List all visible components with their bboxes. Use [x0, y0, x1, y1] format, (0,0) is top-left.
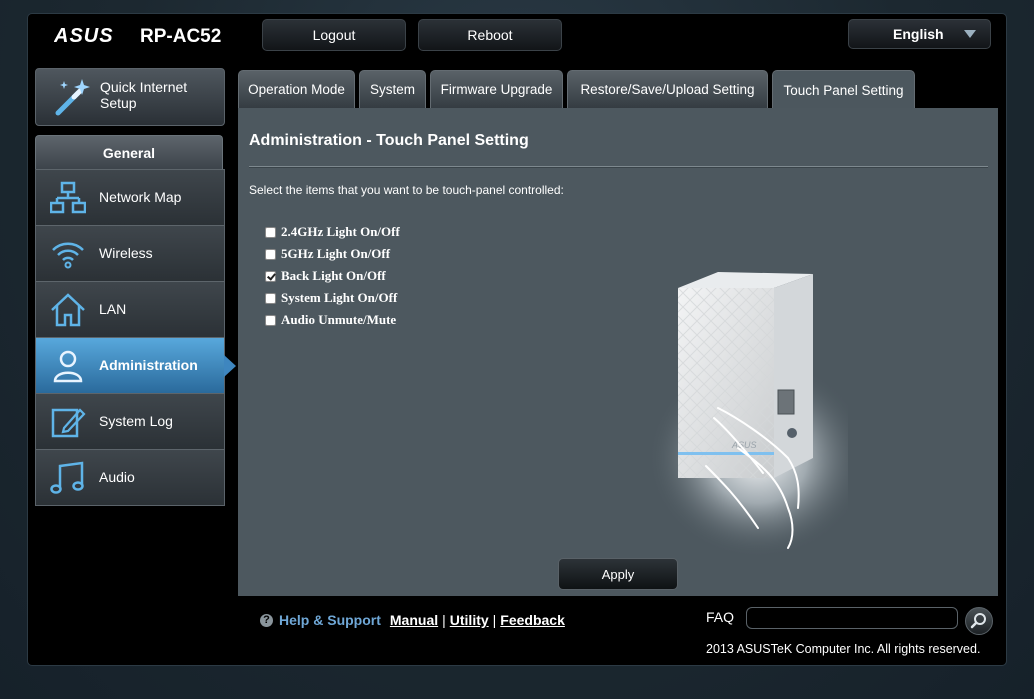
apply-button[interactable]: Apply: [558, 558, 678, 590]
checkbox-system-light[interactable]: [265, 292, 276, 304]
general-section-title: General: [35, 135, 223, 169]
repeater-touch-illustration: ASUS: [648, 272, 848, 558]
logout-button[interactable]: Logout: [262, 19, 406, 51]
asus-logo: ASUS: [54, 25, 114, 46]
music-note-icon: [50, 461, 84, 494]
option-back-light: Back Light On/Off: [265, 265, 400, 287]
tab-touch-panel-setting[interactable]: Touch Panel Setting: [772, 70, 915, 110]
checkbox-back-light[interactable]: [265, 270, 276, 282]
log-edit-icon: [51, 408, 86, 438]
wifi-icon: [52, 242, 84, 269]
sidebar-item-label: Wireless: [99, 245, 153, 261]
sidebar-item-label: System Log: [99, 413, 173, 429]
option-label: 2.4GHz Light On/Off: [281, 224, 400, 239]
option-label: Back Light On/Off: [281, 268, 386, 283]
separator: |: [492, 612, 497, 628]
title-divider: [249, 166, 988, 167]
faq-label: FAQ: [706, 609, 735, 625]
magic-wand-icon: [55, 79, 90, 116]
sidebar-item-label: Administration: [99, 357, 198, 373]
touch-panel-options: 2.4GHz Light On/Off 5GHz Light On/Off Ba…: [265, 221, 400, 331]
option-system-light: System Light On/Off: [265, 287, 400, 309]
quick-internet-setup-button[interactable]: Quick Internet Setup: [35, 68, 225, 126]
reboot-button[interactable]: Reboot: [418, 19, 562, 51]
sidebar-item-label: Audio: [99, 469, 135, 485]
chevron-down-icon: [964, 30, 976, 38]
sidebar-item-wireless[interactable]: Wireless: [36, 225, 224, 281]
help-support-label: Help & Support: [279, 612, 381, 628]
manual-link[interactable]: Manual: [390, 612, 438, 628]
sidebar-item-network-map[interactable]: Network Map: [36, 169, 224, 225]
router-admin-window: ASUS RP-AC52 Logout Reboot English Quick…: [28, 14, 1006, 665]
utility-link[interactable]: Utility: [450, 612, 489, 628]
option-5ghz-light: 5GHz Light On/Off: [265, 243, 400, 265]
separator: |: [442, 612, 446, 628]
sidebar-menu: Network Map Wireless LAN Administration …: [35, 169, 236, 506]
logo-text: ASUS: [54, 25, 114, 46]
home-icon: [51, 293, 85, 327]
sidebar-item-label: Network Map: [99, 189, 182, 205]
search-icon: [970, 613, 986, 629]
tab-firmware-upgrade[interactable]: Firmware Upgrade: [430, 70, 563, 108]
language-value: English: [893, 26, 944, 42]
sidebar-item-audio[interactable]: Audio: [36, 449, 224, 505]
sidebar-item-label: LAN: [99, 301, 127, 317]
sidebar-item-lan[interactable]: LAN: [36, 281, 224, 337]
page-description: Select the items that you want to be tou…: [249, 183, 564, 197]
option-label: System Light On/Off: [281, 290, 398, 305]
checkbox-5ghz-light[interactable]: [265, 248, 276, 260]
faq-search-input[interactable]: [746, 607, 958, 629]
sidebar-item-administration[interactable]: Administration: [36, 337, 236, 393]
copyright-text: 2013 ASUSTeK Computer Inc. All rights re…: [706, 642, 981, 656]
content-panel: Administration - Touch Panel Setting Sel…: [238, 108, 998, 596]
tab-operation-mode[interactable]: Operation Mode: [238, 70, 355, 108]
checkbox-audio-unmute[interactable]: [265, 314, 276, 326]
option-label: 5GHz Light On/Off: [281, 246, 391, 261]
network-map-icon: [50, 181, 86, 214]
checkbox-24ghz-light[interactable]: [265, 226, 276, 238]
tab-restore-save-upload[interactable]: Restore/Save/Upload Setting: [567, 70, 768, 108]
option-label: Audio Unmute/Mute: [281, 312, 397, 327]
help-icon: ?: [260, 613, 273, 627]
option-audio-unmute: Audio Unmute/Mute: [265, 309, 400, 331]
model-name: RP-AC52: [140, 26, 222, 47]
faq-search-button[interactable]: [965, 607, 993, 635]
option-24ghz-light: 2.4GHz Light On/Off: [265, 221, 400, 243]
language-select[interactable]: English: [848, 19, 991, 49]
feedback-link[interactable]: Feedback: [500, 612, 565, 628]
user-icon: [53, 350, 83, 383]
tab-system[interactable]: System: [359, 70, 426, 108]
qis-label: Quick Internet Setup: [100, 79, 188, 111]
page-title: Administration - Touch Panel Setting: [249, 132, 529, 149]
help-support-bar: ? Help & Support Manual | Utility | Feed…: [260, 612, 565, 628]
sidebar-item-system-log[interactable]: System Log: [36, 393, 224, 449]
